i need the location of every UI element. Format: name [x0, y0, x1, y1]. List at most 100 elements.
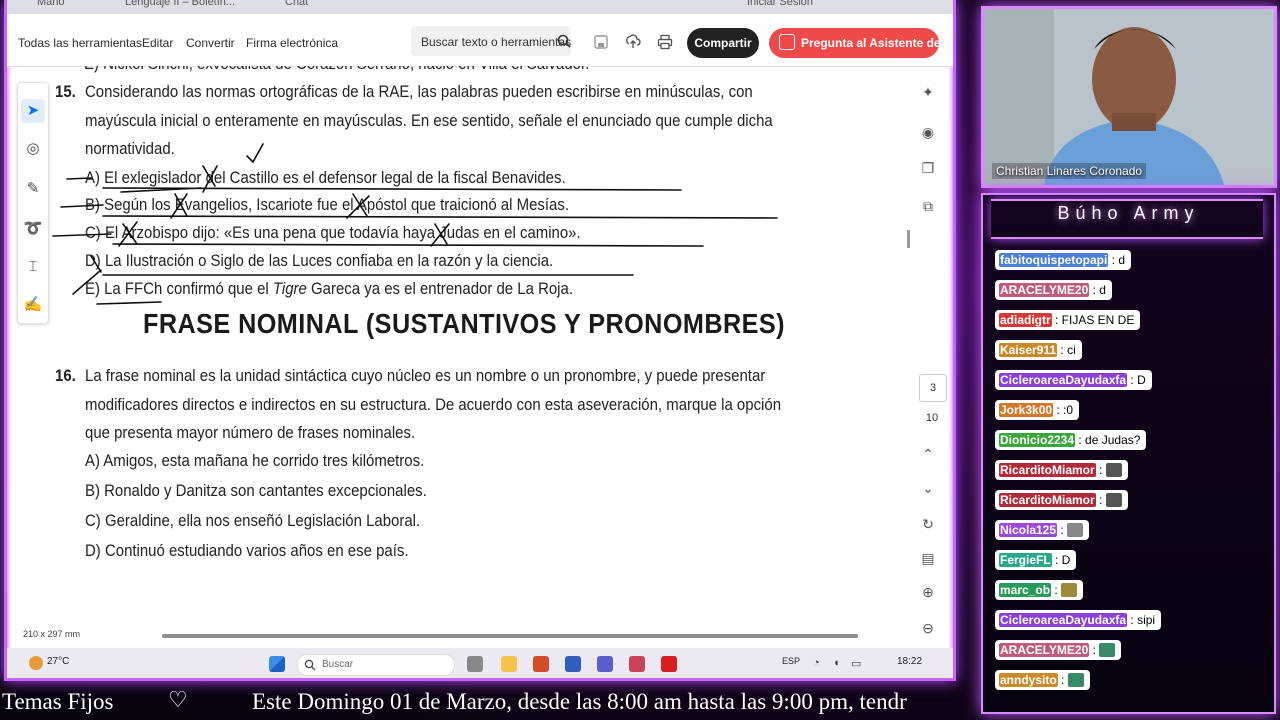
chat-message: Nicola125 : [995, 520, 1090, 540]
comments-icon[interactable]: ◉ [918, 122, 938, 142]
chat-text: : [1051, 583, 1062, 597]
ai-summary-icon[interactable]: ✦ [918, 82, 938, 102]
pages-icon[interactable]: ⧉ [918, 196, 938, 216]
emote-icon [1067, 523, 1084, 537]
taskbar-search-placeholder: Buscar [322, 659, 354, 670]
browser-tab[interactable]: Mario [37, 0, 65, 12]
bookmark-icon[interactable]: ❐ [918, 158, 938, 178]
battery-icon[interactable]: ▭ [851, 657, 861, 670]
chat-text: : D [1051, 553, 1071, 567]
chat-message: adiadigtr : FIJAS EN DE [995, 310, 1141, 330]
browser-tab[interactable]: Chat [285, 0, 308, 12]
chat-message: FergieFL : D [995, 550, 1077, 570]
file-explorer-icon[interactable] [501, 656, 517, 672]
lasso-icon[interactable]: ➰ [21, 217, 45, 241]
chat-username[interactable]: Kaiser911 [999, 343, 1058, 357]
page-size-label: 210 x 297 mm [23, 629, 81, 639]
chat-username[interactable]: RicarditoMiamor [999, 493, 1096, 507]
ai-assistant-button[interactable]: Pregunta al Asistente de IA [769, 28, 953, 58]
answer-option-d: D) La Ilustración o Siglo de las Luces c… [85, 251, 554, 270]
acrobat-icon[interactable] [661, 656, 677, 672]
vertical-scrollbar[interactable] [907, 230, 910, 248]
windows-taskbar: 27°C Buscar ESP ◔ ◖ ▭ 18:22 [7, 648, 953, 678]
heart-icon: ♡ [168, 687, 188, 712]
page-total: 10 [925, 412, 939, 424]
question-stem-line: que presenta mayor número de frases nomi… [85, 423, 416, 442]
document-icon[interactable]: ▤ [918, 548, 938, 568]
chat-message: fabitoquispetopapi : d [995, 250, 1132, 270]
wifi-icon[interactable]: ◔ [813, 657, 820, 669]
search-icon [304, 659, 316, 671]
emote-icon [1105, 493, 1122, 507]
menu-edit[interactable]: Editar [142, 36, 173, 50]
search-placeholder: Buscar texto o herramientas [421, 35, 572, 49]
chat-text: : FIJAS EN DE [1051, 313, 1135, 327]
chat-username[interactable]: CicleroareaDayudaxfa [999, 373, 1128, 387]
powerpoint-icon[interactable] [533, 656, 549, 672]
tool-search-input[interactable]: Buscar texto o herramientas [411, 26, 571, 56]
menu-all-tools[interactable]: Todas las herramientas [18, 36, 142, 50]
chat-username[interactable]: marc_ob [999, 583, 1052, 597]
right-tool-rail: ✦ ◉ ❐ ⧉ ⌃ ⌄ ↻ ▤ ⊕ ⊖ [913, 74, 943, 636]
zoom-in-icon[interactable]: ⊕ [918, 582, 938, 602]
chat-username[interactable]: RicarditoMiamor [999, 463, 1096, 477]
chat-text: : sipi [1127, 613, 1156, 627]
refresh-icon[interactable]: ↻ [918, 514, 938, 534]
share-button[interactable]: Compartir [687, 28, 759, 58]
upload-icon[interactable] [625, 34, 641, 50]
print-icon[interactable] [657, 34, 673, 50]
language-indicator[interactable]: ESP [782, 656, 800, 666]
webcam-frame: Christian Linares Coronado [981, 6, 1277, 188]
menu-convert[interactable]: Convertir [186, 36, 235, 50]
chat-username[interactable]: CicleroareaDayudaxfa [999, 613, 1128, 627]
app-icon[interactable] [629, 656, 645, 672]
browser-tab[interactable]: Iniciar Sesión [747, 0, 813, 12]
answer-option-b: B) Ronaldo y Danitza son cantantes excep… [85, 481, 427, 500]
chat-text: : d [1108, 253, 1126, 267]
answer-option-c: C) El Arzobispo dijo: «Es una pena que t… [85, 223, 581, 242]
save-icon[interactable] [593, 34, 609, 50]
task-view-icon[interactable] [467, 656, 483, 672]
browser-tab[interactable]: Lenguaje II – Boletín... [125, 0, 235, 12]
select-cursor-icon[interactable]: ➤ [21, 99, 45, 123]
ai-assistant-icon [779, 34, 795, 50]
text-select-icon[interactable]: ⌶ [21, 255, 45, 279]
windows-start-icon[interactable] [269, 656, 285, 672]
ticker-text: Este Domingo 01 de Marzo, desde las 8:00… [252, 689, 907, 714]
chat-message: ARACELYME20 : d [995, 280, 1112, 300]
chat-text: : de Judas? [1075, 433, 1141, 447]
chat-username[interactable]: ARACELYME20 [999, 643, 1090, 657]
chat-message: ARACELYME20 : [995, 640, 1122, 660]
chat-text: : [1057, 523, 1068, 537]
zoom-out-icon[interactable]: ⊖ [918, 618, 938, 638]
chevron-down-icon[interactable]: ⌄ [918, 478, 938, 498]
question-stem-line: normatividad. [85, 139, 175, 158]
emote-icon [1061, 583, 1078, 597]
chat-message: Dionicio2234 : de Judas? [995, 430, 1147, 450]
acrobat-toolbar: Todas las herramientas Editar Convertir … [7, 14, 953, 67]
ticker-label: Temas Fijos [2, 689, 114, 714]
teams-icon[interactable] [597, 656, 613, 672]
menu-e-sign[interactable]: Firma electrónica [246, 36, 338, 50]
comment-icon[interactable]: ◎ [21, 137, 45, 161]
chat-username[interactable]: Nicola125 [999, 523, 1058, 537]
pen-icon[interactable]: ✎ [21, 177, 45, 201]
chevron-up-icon[interactable]: ⌃ [918, 444, 938, 464]
chat-username[interactable]: ARACELYME20 [999, 283, 1090, 297]
chat-text: : D [1127, 373, 1146, 387]
chat-username[interactable]: adiadigtr [999, 313, 1052, 327]
chat-username[interactable]: Jork3k00 [999, 403, 1054, 417]
word-icon[interactable] [565, 656, 581, 672]
signature-icon[interactable]: ✍ [21, 293, 45, 317]
page-number-input[interactable]: 3 [919, 374, 947, 402]
chat-username[interactable]: anndysito [999, 673, 1058, 687]
chat-username[interactable]: FergieFL [999, 553, 1052, 567]
horizontal-scrollbar[interactable] [162, 634, 858, 638]
chat-username[interactable]: fabitoquispetopapi [999, 253, 1109, 267]
volume-icon[interactable]: ◖ [833, 657, 840, 669]
chat-text: : [1057, 673, 1068, 687]
chat-username[interactable]: Dionicio2234 [999, 433, 1076, 447]
question-stem-line: Considerando las normas ortográficas de … [85, 82, 753, 101]
taskbar-search-input[interactable]: Buscar [297, 654, 455, 676]
chat-text: : [1089, 643, 1100, 657]
